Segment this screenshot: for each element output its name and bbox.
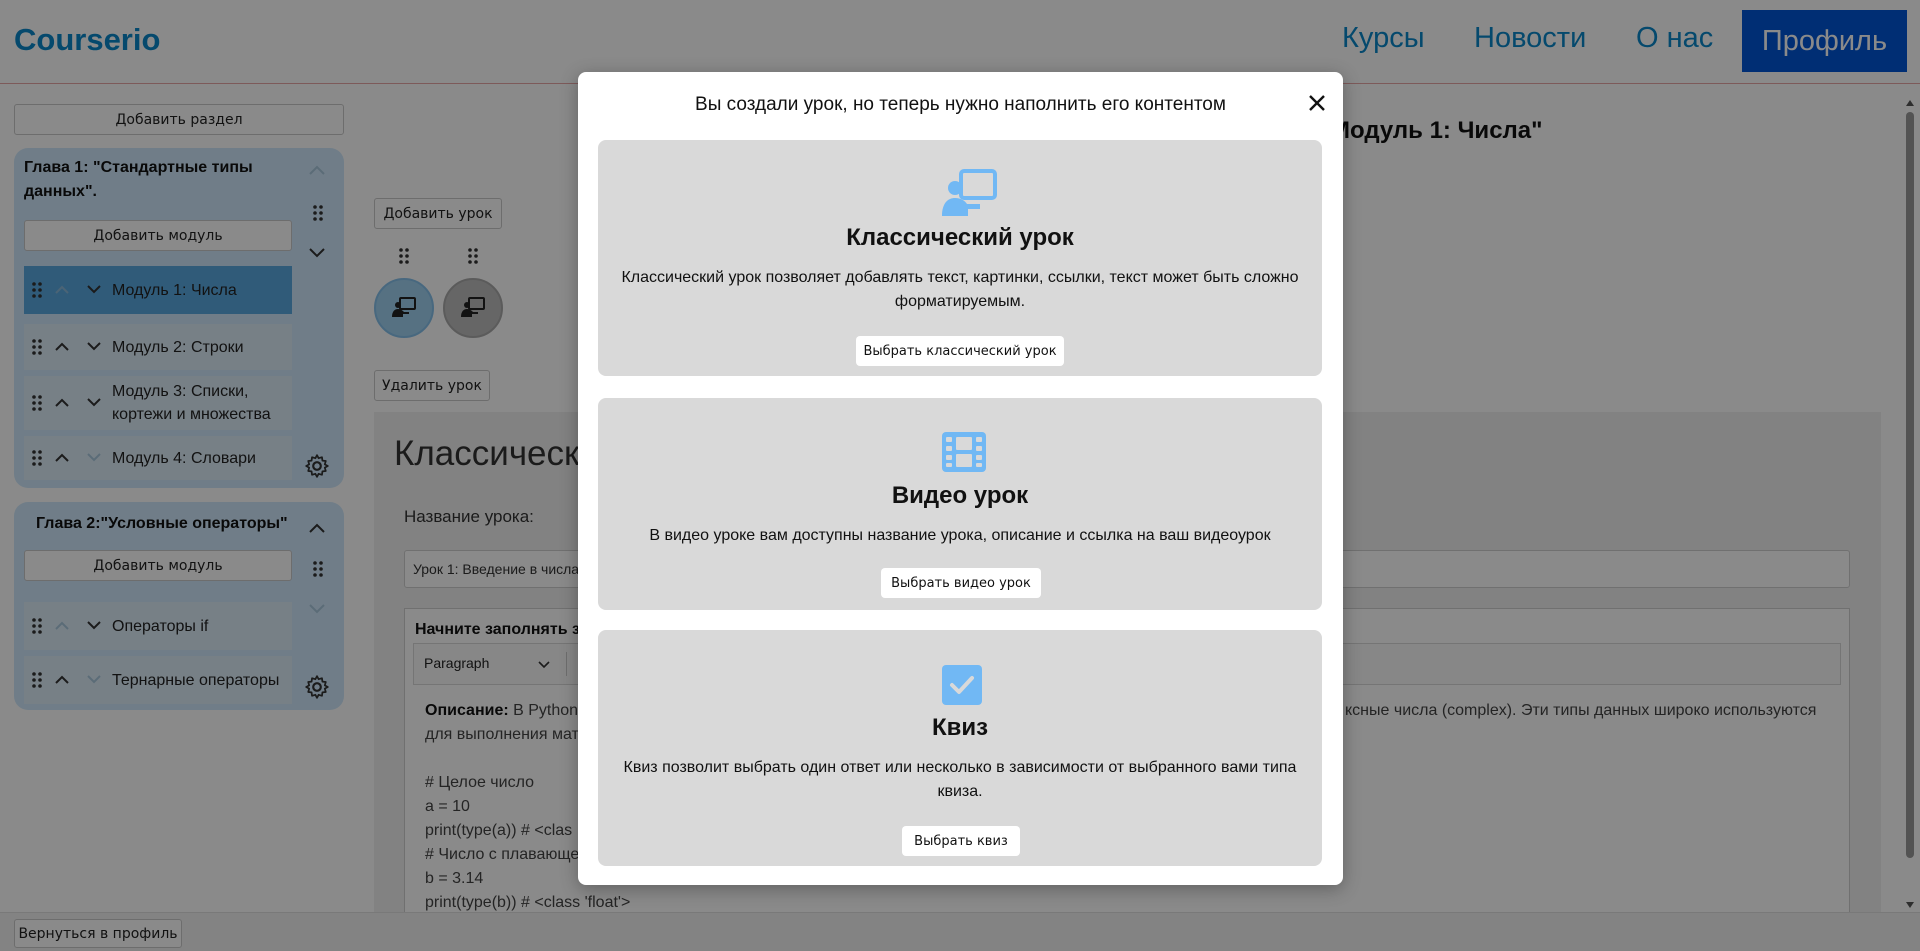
- teacher-board-icon: [942, 169, 997, 216]
- card-description: Квиз позволит выбрать один ответ или нес…: [623, 759, 1297, 800]
- card-description: Классический урок позволяет добавлять те…: [621, 269, 1299, 310]
- close-icon[interactable]: [1302, 88, 1332, 118]
- card-title: Классический урок: [846, 224, 1074, 251]
- video-lesson-card: Видео урок В видео уроке вам доступны на…: [598, 398, 1322, 610]
- card-title: Видео урок: [891, 482, 1029, 509]
- modal-title: Вы создали урок, но теперь нужно наполни…: [695, 94, 1226, 115]
- quiz-card: Квиз Квиз позволит выбрать один ответ ил…: [598, 630, 1322, 866]
- classic-lesson-card: Классический урок Классический урок позв…: [598, 140, 1322, 376]
- choose-quiz-button[interactable]: Выбрать квиз: [902, 826, 1020, 856]
- card-description: В видео уроке вам доступны название урок…: [649, 527, 1271, 544]
- checkbox-icon: [942, 665, 982, 705]
- film-icon: [942, 432, 986, 472]
- lesson-type-modal: Вы создали урок, но теперь нужно наполни…: [578, 72, 1343, 885]
- choose-classic-lesson-button[interactable]: Выбрать классический урок: [856, 336, 1064, 366]
- choose-video-lesson-button[interactable]: Выбрать видео урок: [881, 568, 1041, 598]
- card-title: Квиз: [931, 714, 989, 741]
